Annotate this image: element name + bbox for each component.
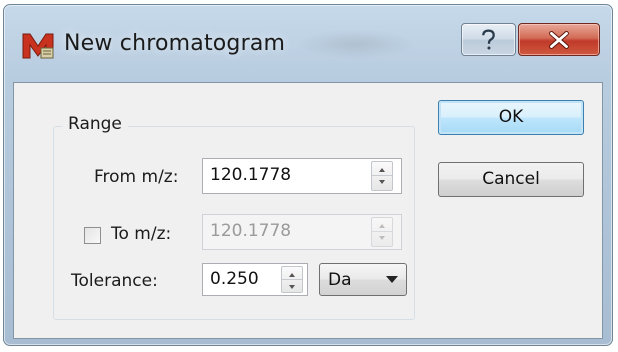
arrow-down-icon	[379, 180, 385, 184]
to-mz-value[interactable]: 120.1778	[210, 221, 291, 241]
from-mz-decrement-button[interactable]	[372, 176, 392, 190]
tolerance-decrement-button[interactable]	[282, 280, 302, 293]
question-mark-icon	[482, 29, 495, 50]
arrow-up-icon	[379, 224, 385, 228]
to-mz-checkbox[interactable]	[84, 227, 101, 244]
chevron-down-icon	[386, 276, 398, 283]
app-m-icon	[22, 33, 54, 59]
from-mz-spinbox[interactable]: 120.1778	[202, 158, 402, 194]
to-mz-spin-buttons[interactable]	[371, 217, 393, 247]
to-mz-label[interactable]: To m/z:	[111, 224, 171, 244]
to-mz-increment-button[interactable]	[372, 218, 392, 232]
tolerance-increment-button[interactable]	[282, 267, 302, 280]
arrow-down-icon	[289, 284, 295, 289]
help-button[interactable]	[461, 23, 516, 56]
to-mz-decrement-button[interactable]	[372, 232, 392, 246]
window-title: New chromatogram	[64, 31, 286, 56]
tolerance-spin-buttons[interactable]	[281, 266, 303, 293]
arrow-up-icon	[379, 168, 385, 172]
arrow-down-icon	[379, 236, 385, 240]
ok-button[interactable]: OK	[438, 100, 584, 135]
tolerance-unit-value: Da	[328, 270, 352, 290]
from-mz-spin-buttons[interactable]	[371, 161, 393, 191]
tolerance-unit-dropdown[interactable]: Da	[319, 263, 407, 296]
title-bar[interactable]: New chromatogram	[4, 5, 612, 81]
dialog-body: Range From m/z: 120.1778 To m/z: 120.177…	[13, 82, 603, 339]
tolerance-value[interactable]: 0.250	[210, 269, 259, 289]
to-mz-spinbox[interactable]: 120.1778	[202, 214, 402, 250]
close-button[interactable]	[518, 23, 600, 56]
tolerance-label: Tolerance:	[71, 271, 158, 291]
title-glow	[296, 29, 416, 59]
tolerance-spinbox[interactable]: 0.250	[202, 263, 308, 296]
from-mz-label: From m/z:	[94, 167, 179, 187]
range-group-title: Range	[62, 114, 128, 134]
from-mz-increment-button[interactable]	[372, 162, 392, 176]
cancel-button[interactable]: Cancel	[438, 162, 584, 197]
from-mz-value[interactable]: 120.1778	[210, 165, 291, 185]
dialog-window: New chromatogram Range From m/z: 120.177…	[3, 4, 613, 346]
x-close-icon	[549, 31, 569, 49]
